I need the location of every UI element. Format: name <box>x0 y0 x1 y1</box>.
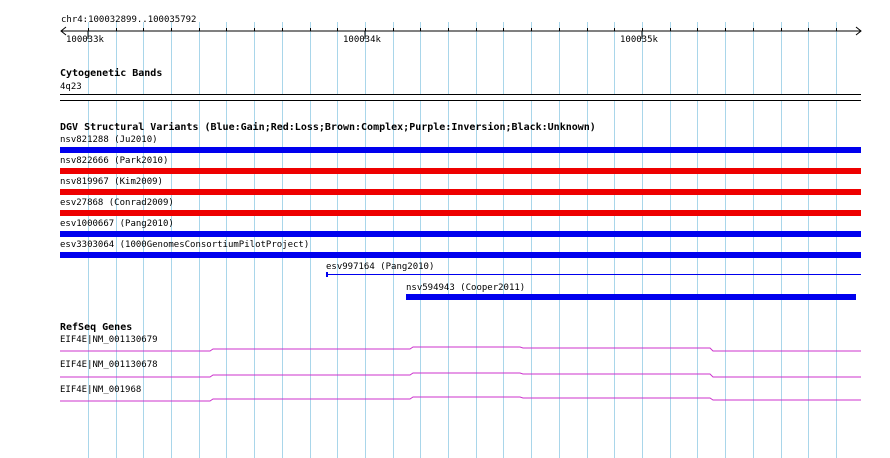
gene-model-line[interactable] <box>60 372 861 378</box>
gene-model-line[interactable] <box>60 346 861 352</box>
refseq-gene-models <box>60 346 861 402</box>
gene-model-line[interactable] <box>60 396 861 402</box>
genome-browser-view: chr4:100032899..100035792 100033k 100034… <box>0 0 890 458</box>
